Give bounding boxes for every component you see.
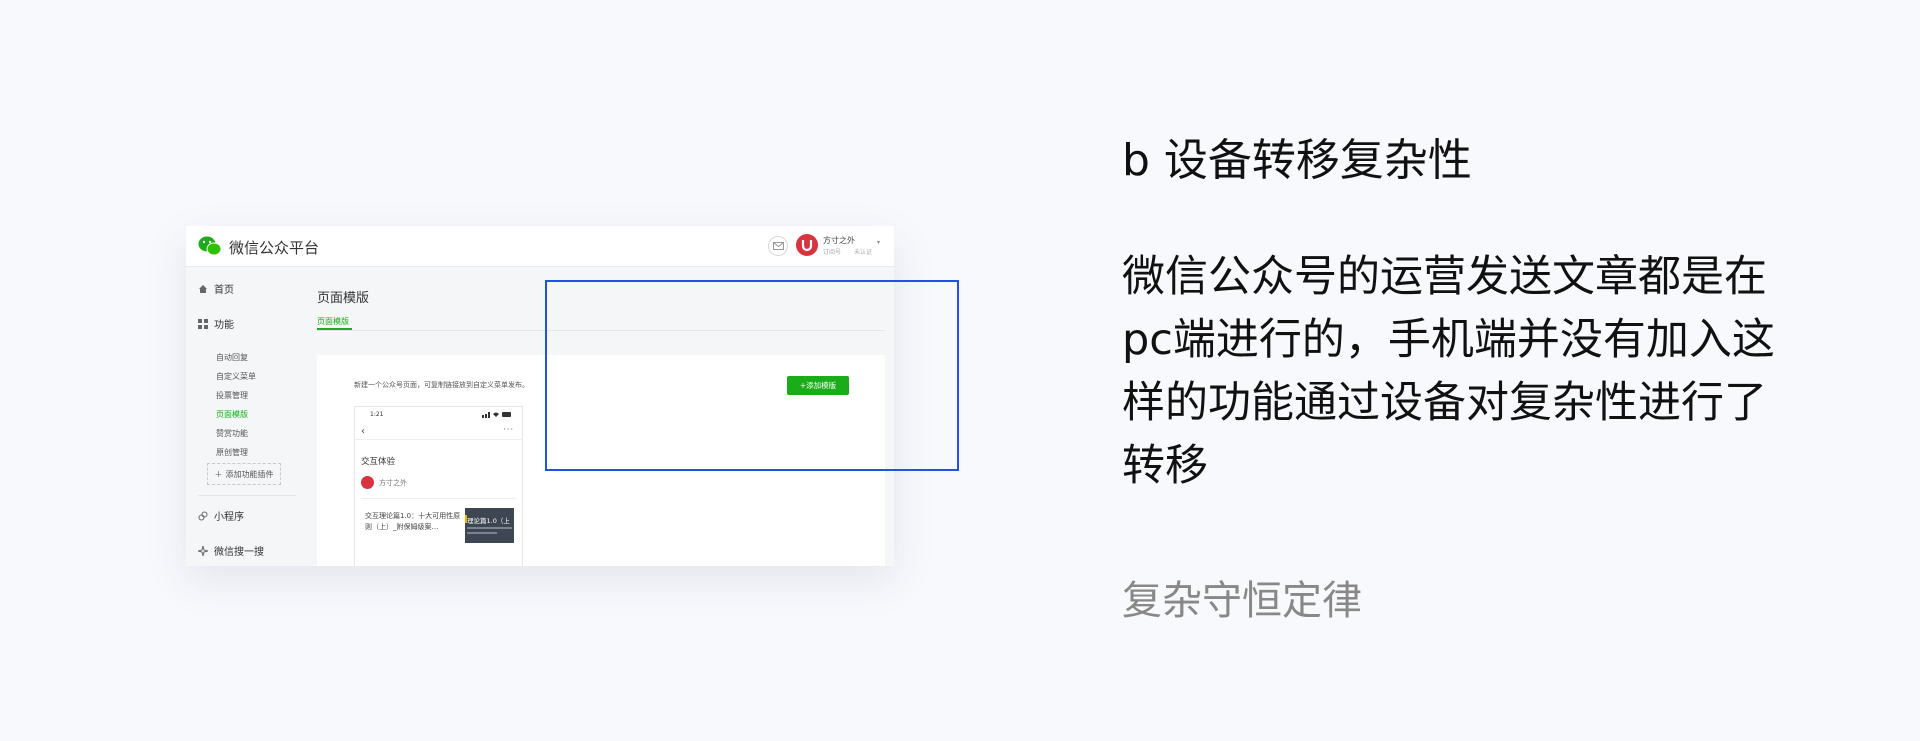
sidebar-item-auto-reply[interactable]: 自动回复 [216, 352, 248, 363]
article-thumbnail[interactable]: 理论篇1.0（上 [465, 508, 514, 543]
sidebar-item-label: 小程序 [214, 512, 244, 523]
thumbnail-text: 理论篇1.0（上 [467, 517, 510, 525]
link-icon [198, 511, 208, 520]
phone-time: 1:21 [370, 411, 384, 418]
signal-battery-icon [482, 412, 511, 418]
sidebar-item-wechat-search[interactable]: 微信搜一搜 [198, 543, 264, 558]
account-name[interactable]: 方寸之外 [823, 235, 855, 246]
slide-heading: b 设备转移复杂性 [1122, 135, 1472, 186]
author-avatar [361, 476, 374, 489]
body-line: 转移 [1122, 441, 1208, 491]
phone-page-title: 交互体验 [361, 457, 396, 467]
sidebar: 首页 功能 自动回复 自定义菜单 投票管理 页面模版 赞赏功能 原创管理 ＋ 添… [186, 267, 304, 566]
body-line: 样的功能通过设备对复杂性进行了 [1122, 378, 1767, 428]
brand-name: 微信公众平台 [229, 239, 320, 257]
author-name: 方寸之外 [379, 479, 407, 487]
sidebar-item-mini-program[interactable]: 小程序 [198, 508, 244, 523]
wechat-logo-icon [198, 236, 222, 256]
law-caption: 复杂守恒定律 [1122, 578, 1362, 624]
mail-icon[interactable] [768, 236, 788, 256]
panel-description: 新建一个公众号页面，可复制链接放到自定义菜单发布。 [354, 381, 529, 389]
plus-icon: ＋ [214, 469, 223, 479]
body-line: pc端进行的，手机端并没有加入这 [1122, 315, 1775, 365]
sidebar-item-label: 功能 [214, 320, 234, 331]
sidebar-item-features[interactable]: 功能 [198, 316, 234, 331]
sidebar-item-original[interactable]: 原创管理 [216, 447, 248, 458]
body-line: 微信公众号的运营发送文章都是在 [1122, 252, 1767, 302]
grid-icon [198, 318, 208, 329]
account-dropdown-icon[interactable]: ▾ [877, 239, 880, 246]
top-bar: 微信公众平台 方寸之外 订阅号 未认证 ▾ [186, 226, 894, 267]
page-title: 页面模版 [317, 291, 370, 306]
tab-page-template[interactable]: 页面模版 [317, 316, 349, 327]
sidebar-item-page-template[interactable]: 页面模版 [216, 409, 248, 420]
sidebar-divider [198, 495, 296, 496]
sidebar-item-reward[interactable]: 赞赏功能 [216, 428, 248, 439]
home-icon [199, 284, 207, 293]
add-plugin-button[interactable]: ＋ 添加功能插件 [207, 463, 281, 485]
sidebar-item-label: 微信搜一搜 [214, 547, 264, 558]
add-plugin-label: 添加功能插件 [225, 469, 274, 479]
account-status: 未认证 [854, 249, 873, 256]
more-icon[interactable]: ··· [503, 425, 514, 434]
back-icon[interactable]: ‹ [361, 426, 365, 437]
phone-divider [361, 498, 516, 499]
thumbnail-line [467, 532, 497, 534]
sidebar-item-home[interactable]: 首页 [198, 281, 234, 296]
article-title[interactable]: 交互理论篇1.0：十大可用性原则（上）_附保姆级案… [365, 511, 465, 533]
sidebar-item-vote[interactable]: 投票管理 [216, 390, 248, 401]
account-type: 订阅号 [823, 249, 842, 256]
phone-preview[interactable]: 1:21 ‹ ··· 交互体验 方寸之外 交互理论篇1.0：十大可用性原则（上）… [354, 406, 523, 566]
thumbnail-line [467, 527, 512, 529]
sidebar-item-custom-menu[interactable]: 自定义菜单 [216, 371, 256, 382]
phone-divider [355, 439, 522, 440]
account-avatar[interactable] [796, 234, 818, 256]
sparkle-icon [198, 545, 208, 556]
sidebar-item-label: 首页 [214, 285, 234, 296]
slide-body: 微信公众号的运营发送文章都是在 pc端进行的，手机端并没有加入这 样的功能通过设… [1122, 246, 1822, 498]
highlight-box [545, 280, 959, 471]
